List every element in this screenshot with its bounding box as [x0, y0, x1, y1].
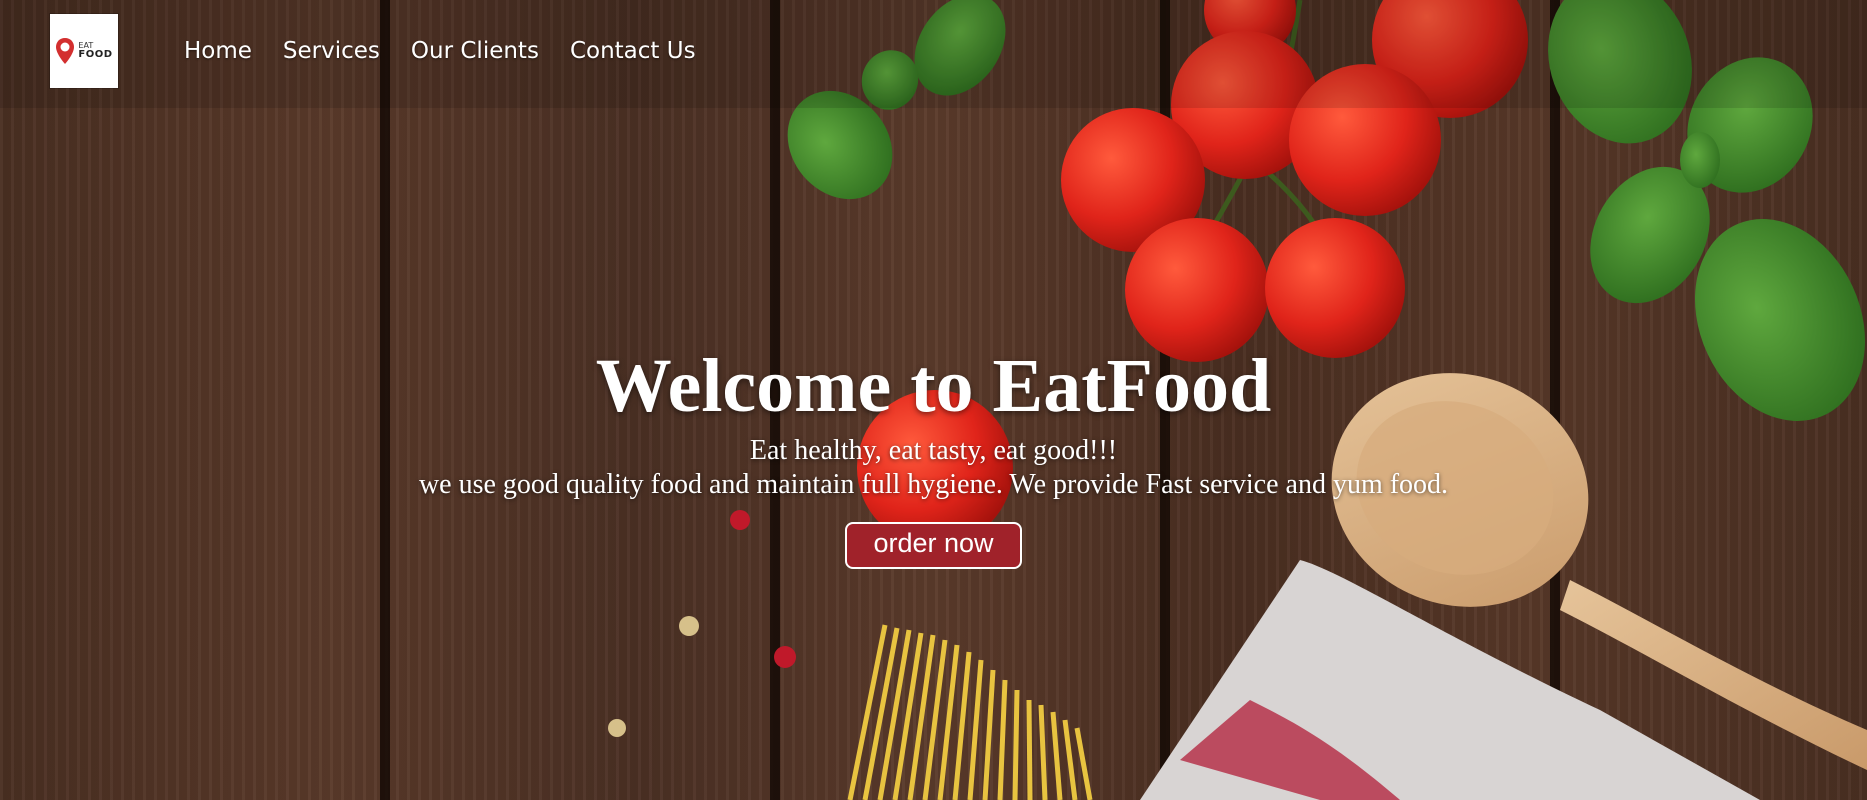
- eatfood-logo[interactable]: EAT FOOD: [50, 14, 118, 88]
- order-now-button[interactable]: order now: [845, 522, 1022, 569]
- hero-title: Welcome to EatFood: [595, 344, 1272, 428]
- nav-link-services[interactable]: Services: [283, 38, 380, 64]
- nav-link-our-clients[interactable]: Our Clients: [411, 38, 539, 64]
- hero-section: Welcome to EatFood Eat healthy, eat tast…: [0, 340, 1867, 569]
- nav-link-contact-us[interactable]: Contact Us: [570, 38, 696, 64]
- navbar: EAT FOOD Home Services Our Clients Conta…: [0, 0, 1867, 108]
- nav-link-home[interactable]: Home: [184, 38, 252, 64]
- logo-mark: EAT FOOD: [55, 37, 112, 65]
- logo-brand-large: FOOD: [78, 49, 113, 60]
- location-pin-icon: [56, 38, 75, 64]
- main-navigation: Home Services Our Clients Contact Us: [184, 38, 696, 64]
- spaghetti: [847, 624, 1093, 800]
- hero-tagline: Eat healthy, eat tasty, eat good!!!: [749, 435, 1118, 466]
- hero-description: we use good quality food and maintain fu…: [418, 469, 1449, 500]
